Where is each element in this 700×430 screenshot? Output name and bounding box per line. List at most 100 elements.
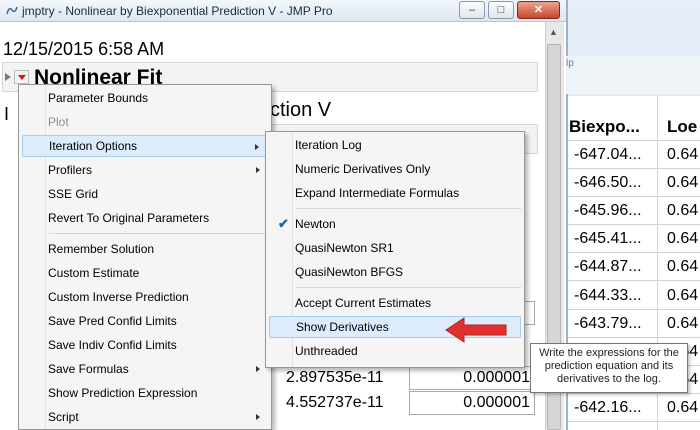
menu-item-iteration-options[interactable]: Iteration Options: [22, 135, 268, 157]
table-cell[interactable]: -645.41...: [574, 230, 642, 248]
menu-item-label: Plot: [48, 115, 69, 129]
menu-item-show-prediction-expression[interactable]: Show Prediction Expression: [22, 382, 268, 404]
table-row-divider: [568, 337, 700, 338]
menu-item-label: Custom Estimate: [48, 266, 140, 280]
window-title: jmptry - Nonlinear by Biexponential Pred…: [22, 4, 333, 18]
menu-item-label: Revert To Original Parameters: [48, 211, 210, 225]
report-timestamp: 12/15/2015 6:58 AM: [3, 39, 165, 59]
disclosure-triangle-icon[interactable]: [5, 73, 11, 81]
menu-item-label: QuasiNewton SR1: [295, 241, 394, 255]
menu-item-revert-to-original-parameters[interactable]: Revert To Original Parameters: [22, 207, 268, 229]
menu-item-label: Profilers: [48, 163, 93, 177]
menu-item-quasinewton-sr1[interactable]: QuasiNewton SR1: [269, 237, 521, 259]
column-header-biexponential[interactable]: Biexpo...: [569, 117, 640, 137]
menu-item-label: Numeric Derivatives Only: [295, 162, 431, 176]
menu-item-save-formulas[interactable]: Save Formulas: [22, 358, 268, 380]
table-row-divider: [568, 421, 700, 422]
menu-item-save-indiv-confid-limits[interactable]: Save Indiv Confid Limits: [22, 334, 268, 356]
table-row-divider: [568, 280, 700, 281]
table-cell: 4.552737e-11: [286, 394, 384, 411]
menu-item-custom-inverse-prediction[interactable]: Custom Inverse Prediction: [22, 286, 268, 308]
table-cell[interactable]: -645.96...: [574, 202, 642, 220]
menu-item-quasinewton-bfgs[interactable]: QuasiNewton BFGS: [269, 261, 521, 283]
menu-item-plot: Plot: [22, 111, 268, 133]
menu-item-script[interactable]: Script: [22, 406, 268, 428]
scroll-up-arrow-icon[interactable]: ▲: [549, 27, 558, 37]
menu-item-label: Save Pred Confid Limits: [48, 314, 177, 328]
menu-separator: [296, 208, 521, 209]
table-cell[interactable]: -647.04...: [574, 146, 642, 164]
menu-item-profilers[interactable]: Profilers: [22, 159, 268, 181]
menu-item-numeric-derivatives-only[interactable]: Numeric Derivatives Only: [269, 158, 521, 180]
red-triangle-menu-icon[interactable]: [14, 70, 29, 84]
report-subtitle: ction V: [270, 99, 332, 121]
menu-separator: [296, 287, 521, 288]
menu-separator: [49, 233, 268, 234]
menu-item-label: Expand Intermediate Formulas: [295, 186, 460, 200]
table-row-divider: [568, 309, 700, 310]
table-row-divider: [568, 196, 700, 197]
menu-item-label: Newton: [295, 217, 336, 231]
editable-number-cell[interactable]: 0.000001: [409, 366, 535, 390]
editable-number-cell[interactable]: 0.000001: [409, 391, 535, 415]
menu-item-label: Iteration Options: [49, 139, 138, 153]
table-cell[interactable]: 0.64: [667, 174, 698, 192]
submenu-arrow-icon: [256, 167, 260, 173]
table-cell[interactable]: 0.64: [667, 146, 698, 164]
menu-item-label: QuasiNewton BFGS: [295, 265, 404, 279]
close-button[interactable]: ✕: [517, 1, 560, 19]
menu-item-iteration-log[interactable]: Iteration Log: [269, 134, 521, 156]
table-row-divider: [568, 224, 700, 225]
menu-item-custom-estimate[interactable]: Custom Estimate: [22, 262, 268, 284]
table-row-divider: [568, 252, 700, 253]
jmp-app-icon: [6, 6, 18, 15]
background-help-fragment: lp: [566, 58, 574, 69]
menu-item-remember-solution[interactable]: Remember Solution: [22, 238, 268, 260]
menu-item-label: Script: [48, 410, 79, 424]
menu-item-label: Parameter Bounds: [48, 91, 149, 105]
table-cell[interactable]: -642.16...: [574, 399, 642, 417]
submenu-arrow-icon: [256, 414, 260, 420]
menu-item-label: Save Formulas: [48, 362, 129, 376]
menu-item-label: Save Indiv Confid Limits: [48, 338, 177, 352]
context-menu: Parameter Bounds Plot Iteration Options Pro…: [18, 84, 272, 430]
table-cell[interactable]: 0.64: [667, 399, 698, 417]
maximize-button[interactable]: □: [488, 1, 514, 19]
background-toolbar: [566, 56, 700, 94]
menu-item-label: SSE Grid: [48, 187, 99, 201]
menu-item-parameter-bounds[interactable]: Parameter Bounds: [22, 87, 268, 109]
partial-outline-label: I: [4, 104, 10, 124]
menu-item-expand-intermediate-formulas[interactable]: Expand Intermediate Formulas: [269, 182, 521, 204]
submenu-arrow-icon: [255, 144, 259, 150]
menu-item-sse-grid[interactable]: SSE Grid: [22, 183, 268, 205]
menu-item-label: Unthreaded: [295, 344, 358, 358]
table-cell[interactable]: 0.64: [667, 202, 698, 220]
submenu-arrow-icon: [256, 366, 260, 372]
table-cell[interactable]: -643.79...: [574, 315, 642, 333]
checkmark-icon: ✔: [278, 216, 289, 231]
tooltip: Write the expressions for the prediction…: [530, 343, 688, 393]
table-cell[interactable]: 0.64: [667, 315, 698, 333]
table-cell[interactable]: -644.33...: [574, 287, 642, 305]
menu-item-label: Accept Current Estimates: [295, 296, 432, 310]
table-cell[interactable]: -646.50...: [574, 174, 642, 192]
table-cell[interactable]: 0.64: [667, 230, 698, 248]
menu-item-label: Show Prediction Expression: [48, 386, 198, 400]
column-header-loess[interactable]: Loe: [667, 117, 697, 137]
minimize-button[interactable]: –: [459, 1, 485, 19]
table-cell[interactable]: 0.64: [667, 287, 698, 305]
menu-item-newton[interactable]: ✔ Newton: [269, 213, 521, 235]
menu-item-save-pred-confid-limits[interactable]: Save Pred Confid Limits: [22, 310, 268, 332]
menu-item-label: Iteration Log: [295, 138, 362, 152]
table-cell[interactable]: 0.64: [667, 258, 698, 276]
table-row-divider: [568, 168, 700, 169]
menu-item-label: Custom Inverse Prediction: [48, 290, 189, 304]
table-cell: 2.897535e-11: [286, 369, 384, 386]
table-row-divider: [568, 393, 700, 394]
callout-arrow-icon: [445, 317, 507, 343]
table-cell[interactable]: -644.87...: [574, 258, 642, 276]
menu-item-label: Show Derivatives: [296, 320, 389, 334]
menu-item-accept-current-estimates[interactable]: Accept Current Estimates: [269, 292, 521, 314]
table-header-divider: [568, 140, 700, 141]
menu-item-label: Remember Solution: [48, 242, 155, 256]
